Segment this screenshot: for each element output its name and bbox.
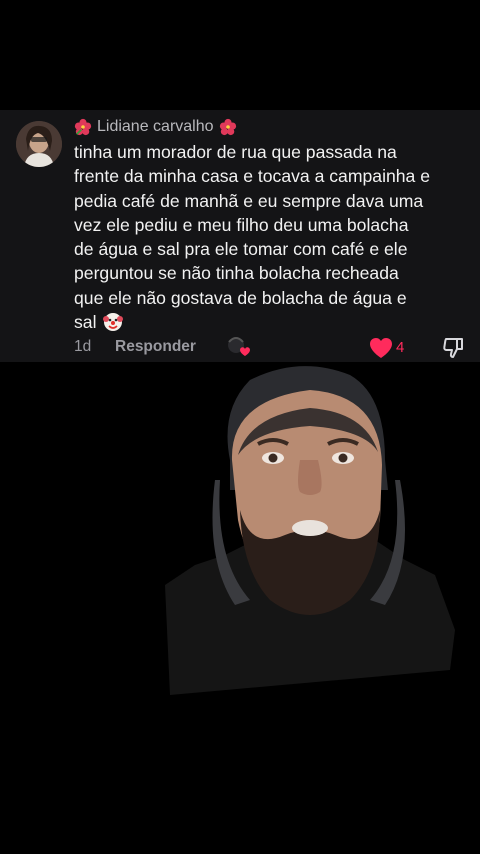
heart-icon[interactable] bbox=[369, 337, 393, 359]
avatar-photo bbox=[16, 121, 62, 167]
reply-button[interactable]: Responder bbox=[115, 338, 196, 356]
creator-liked-avatar-icon bbox=[228, 337, 250, 356]
clown-face-icon bbox=[103, 313, 124, 332]
hibiscus-icon bbox=[219, 118, 236, 136]
like-count: 4 bbox=[396, 339, 405, 356]
hibiscus-icon bbox=[74, 118, 92, 136]
dislike-icon[interactable] bbox=[442, 336, 466, 360]
comment-age: 1d bbox=[74, 338, 92, 355]
avatar[interactable] bbox=[16, 121, 62, 167]
video-person-cutout bbox=[165, 366, 455, 695]
comment-body: tinha um morador de rua que passada na f… bbox=[74, 140, 470, 334]
comment-text: tinha um morador de rua que passada na f… bbox=[74, 142, 431, 333]
author-name: Lidiane carvalho bbox=[97, 118, 214, 135]
comment-author[interactable]: Lidiane carvalho bbox=[74, 116, 237, 138]
comment-actions: 1d Responder 4 bbox=[74, 336, 474, 358]
